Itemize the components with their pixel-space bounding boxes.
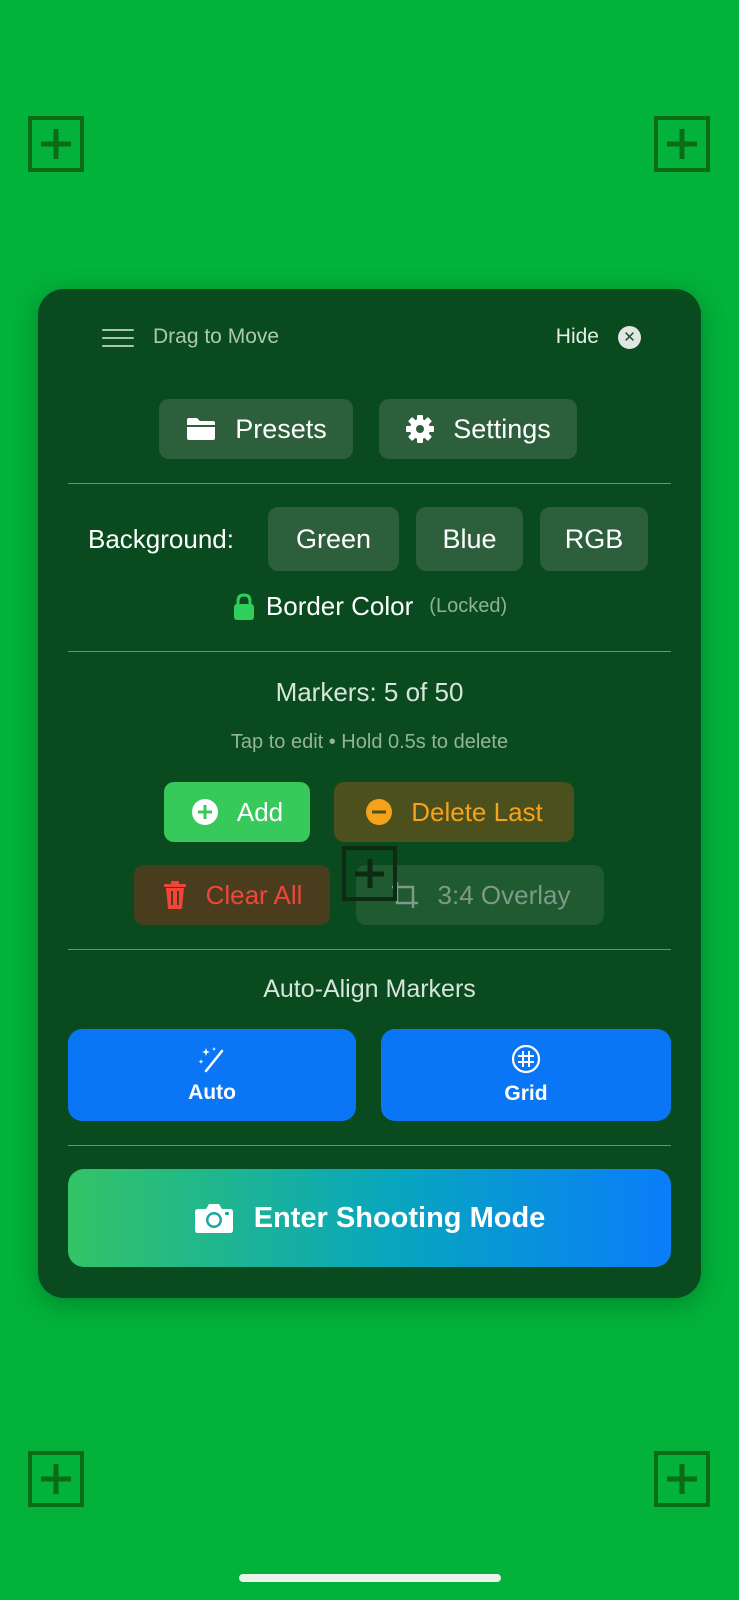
- marker-bottom-right[interactable]: [654, 1451, 710, 1507]
- trash-icon: [162, 880, 188, 910]
- add-label: Add: [236, 796, 284, 827]
- auto-align-button[interactable]: Auto: [68, 1029, 356, 1121]
- enter-shooting-mode-button[interactable]: Enter Shooting Mode: [68, 1169, 671, 1267]
- background-option-blue[interactable]: Blue: [416, 507, 523, 571]
- border-color-status: (Locked): [429, 595, 508, 617]
- minus-circle-icon: [365, 798, 393, 826]
- delete-last-button[interactable]: Delete Last: [334, 782, 574, 842]
- auto-label: Auto: [188, 1081, 236, 1104]
- presets-button[interactable]: Presets: [159, 399, 353, 459]
- add-marker-button[interactable]: Add: [164, 782, 310, 842]
- markers-count: Markers: 5 of 50: [275, 677, 464, 707]
- plus-circle-icon: [191, 798, 219, 826]
- marker-top-left[interactable]: [28, 116, 84, 172]
- background-option-green[interactable]: Green: [268, 507, 399, 571]
- settings-label: Settings: [453, 413, 551, 444]
- grid-icon: [511, 1044, 541, 1074]
- background-label: Background:: [88, 524, 234, 554]
- divider: [68, 483, 671, 484]
- marker-bottom-left[interactable]: [28, 1451, 84, 1507]
- settings-button[interactable]: Settings: [379, 399, 577, 459]
- background-option-rgb[interactable]: RGB: [540, 507, 648, 571]
- divider: [68, 949, 671, 950]
- marker-top-right[interactable]: [654, 116, 710, 172]
- grid-align-button[interactable]: Grid: [381, 1029, 671, 1121]
- hide-button[interactable]: Hide: [556, 325, 599, 349]
- clear-all-label: Clear All: [205, 879, 303, 910]
- close-icon[interactable]: ✕: [618, 326, 641, 349]
- grid-label: Grid: [504, 1082, 548, 1105]
- shoot-label: Enter Shooting Mode: [253, 1201, 546, 1234]
- divider: [68, 651, 671, 652]
- auto-align-title: Auto-Align Markers: [263, 975, 476, 1003]
- markers-hint: Tap to edit • Hold 0.5s to delete: [230, 731, 509, 753]
- control-panel: Drag to Move Hide ✕ Presets Settings Bac…: [38, 289, 701, 1298]
- gear-icon: [405, 414, 435, 444]
- panel-drag-bar[interactable]: Drag to Move Hide ✕: [38, 319, 701, 355]
- camera-icon: [194, 1202, 234, 1234]
- home-indicator[interactable]: [239, 1574, 501, 1582]
- delete-last-label: Delete Last: [411, 796, 543, 827]
- hamburger-icon: [102, 329, 134, 347]
- drag-to-move-label: Drag to Move: [153, 325, 280, 348]
- presets-label: Presets: [235, 413, 327, 444]
- lock-icon: [232, 592, 256, 622]
- magic-wand-icon: [198, 1045, 226, 1073]
- border-color-label: Border Color: [265, 591, 414, 621]
- marker-floating[interactable]: [342, 846, 397, 901]
- divider: [68, 1145, 671, 1146]
- border-color-row[interactable]: Border Color (Locked): [38, 591, 701, 622]
- folder-icon: [185, 416, 217, 442]
- overlay-label: 3:4 Overlay: [437, 879, 571, 910]
- clear-all-button[interactable]: Clear All: [134, 865, 330, 925]
